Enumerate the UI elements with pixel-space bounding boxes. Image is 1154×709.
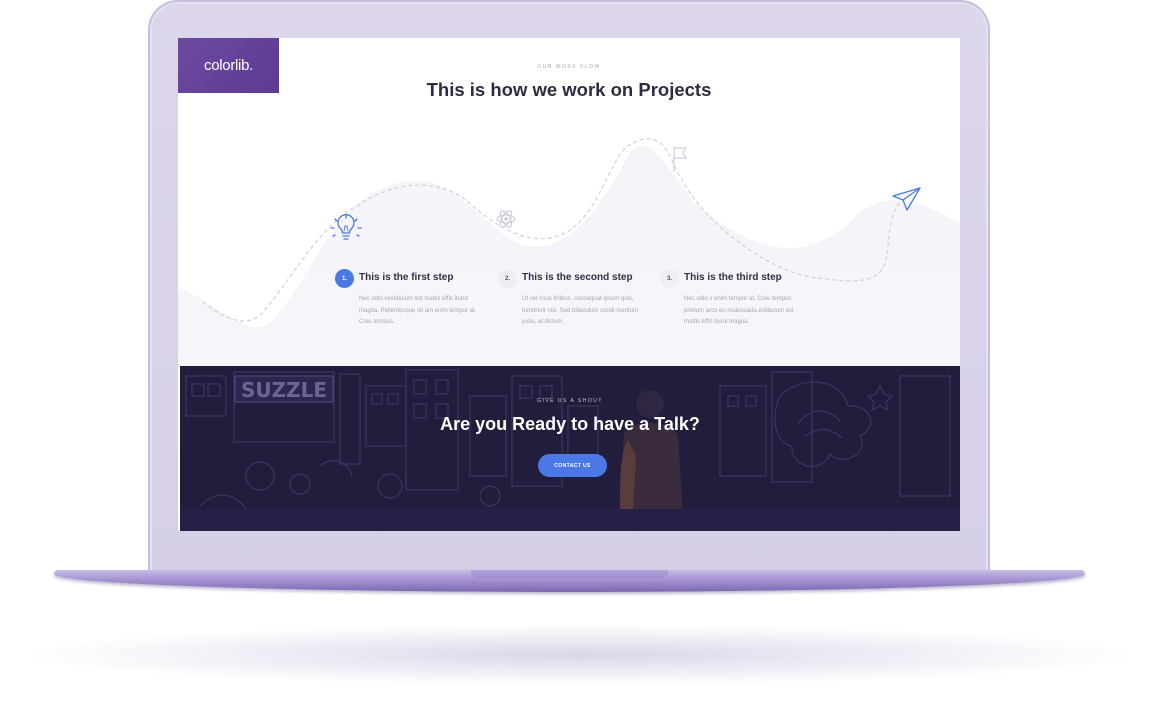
step-description: Nec odio vestibulum est mattis effic itu…	[359, 296, 477, 325]
step-title: This is the third step	[684, 272, 782, 283]
step-description: Nec odio v enim tempor at. Cras tempus p…	[684, 296, 794, 325]
floor-strip	[180, 509, 960, 531]
street-art-background: SUZZLE	[180, 366, 960, 531]
cta-eyebrow: GIVE US A SHOUT	[537, 398, 603, 404]
step-number-badge: 1.	[335, 269, 354, 288]
step-title: This is the second step	[522, 272, 633, 283]
atom-icon	[496, 210, 516, 228]
cta-title: Are you Ready to have a Talk?	[440, 414, 700, 434]
section-title: This is how we work on Projects	[426, 79, 712, 100]
section-eyebrow: OUR WORK FLOW	[537, 64, 601, 70]
step-number-badge: 3.	[660, 269, 679, 288]
background-wave	[178, 145, 960, 368]
laptop-screen: colorlib. OUR WORK FLOW This is how we w…	[178, 38, 960, 531]
contact-section: SUZZLE GIVE US A SHOUT Are you Ready to …	[180, 366, 960, 531]
laptop-shadow	[30, 625, 1130, 685]
step-title: This is the first step	[359, 272, 454, 283]
laptop-notch	[471, 570, 668, 578]
contact-us-button[interactable]: CONTACT US	[538, 454, 607, 477]
step-number-badge: 2.	[498, 269, 517, 288]
step-description: Ut vel risus finibus, consequat ipsum qu…	[522, 296, 639, 325]
